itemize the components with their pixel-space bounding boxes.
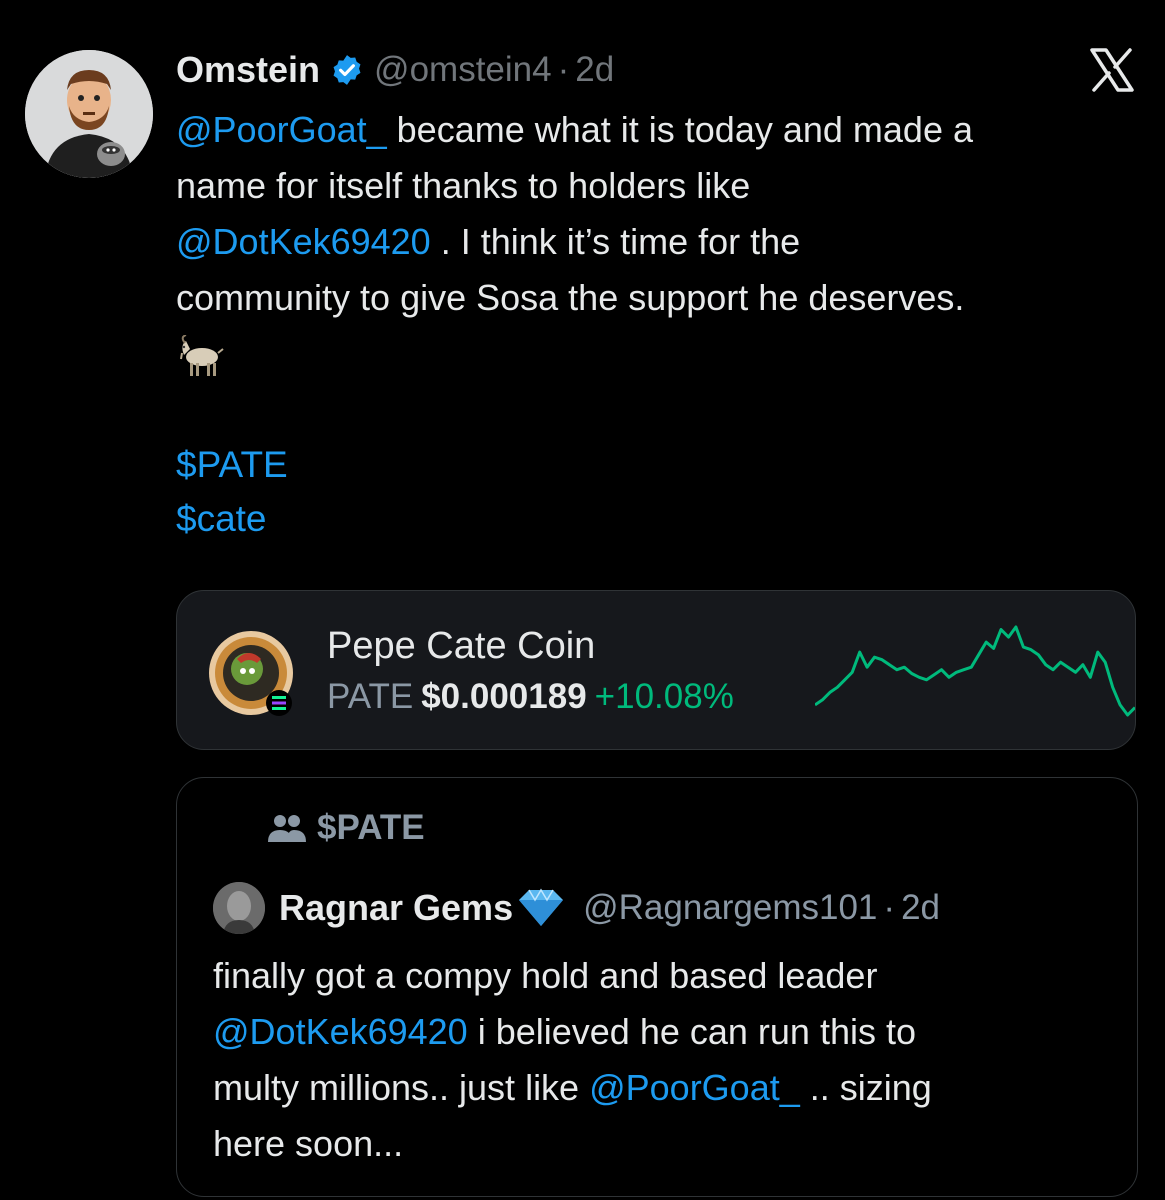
author-avatar[interactable] xyxy=(25,50,153,178)
tweet-line: @DotKek69420 . I think it’s time for the xyxy=(176,221,801,262)
quote-line: finally got a compy hold and based leade… xyxy=(213,955,878,996)
coin-change: +10.08% xyxy=(594,677,734,716)
diamond-emoji-icon xyxy=(519,888,564,926)
community-icon xyxy=(268,815,306,842)
mention-link[interactable]: @DotKek69420 xyxy=(176,221,431,262)
author-handle[interactable]: @omstein4 · 2d xyxy=(374,50,614,90)
tweet-line: @PoorGoat_ became what it is today and m… xyxy=(176,109,973,150)
coin-logo xyxy=(207,629,299,721)
mention-link[interactable]: @PoorGoat_ xyxy=(176,109,387,150)
sparkline-series xyxy=(815,625,1135,717)
tweet-time: 2d xyxy=(575,50,615,89)
tweet-line: name for itself thanks to holders like xyxy=(176,165,751,206)
goat-icon xyxy=(180,335,224,376)
quote-line: multy millions.. just like @PoorGoat_ ..… xyxy=(213,1067,932,1108)
coin-price: $0.000189 xyxy=(421,677,587,716)
quote-author-avatar[interactable] xyxy=(213,882,265,934)
tweet-body: @PoorGoat_ became what it is today and m… xyxy=(176,102,1136,388)
tweet-header: Omstein @omstein4 · 2d xyxy=(176,46,614,94)
quote-author-name[interactable]: Ragnar Gems xyxy=(279,887,513,929)
community-label: $PATE xyxy=(317,808,425,847)
verified-badge-icon xyxy=(330,53,364,87)
quote-header: Ragnar Gems @Ragnargems101 · 2d xyxy=(213,882,940,934)
community-tag[interactable]: $PATE xyxy=(267,808,425,848)
cashtag-link[interactable]: $PATE xyxy=(176,438,288,492)
quote-time: 2d xyxy=(901,888,940,927)
quoted-tweet-card[interactable]: $PATE Ragnar Gems @Ragnargems101 · 2d fina… xyxy=(176,777,1138,1197)
avatar-illustration xyxy=(25,50,153,178)
tweet-line: community to give Sosa the support he de… xyxy=(176,277,965,318)
coin-card[interactable]: Pepe Cate Coin PATE $0.000189 +10.08% xyxy=(176,590,1136,750)
mention-link[interactable]: @DotKek69420 xyxy=(213,1011,468,1052)
goat-emoji xyxy=(176,326,1136,388)
coin-name: Pepe Cate Coin xyxy=(327,625,596,667)
quote-line: @DotKek69420 i believed he can run this … xyxy=(213,1011,916,1052)
coin-ticker: PATE xyxy=(327,677,414,716)
mention-link[interactable]: @PoorGoat_ xyxy=(589,1067,800,1108)
cashtag-list: $PATE $cate xyxy=(176,438,288,546)
author-name[interactable]: Omstein xyxy=(176,49,320,91)
quote-line: here soon... xyxy=(213,1123,404,1164)
quote-author-handle[interactable]: @Ragnargems101 · 2d xyxy=(583,888,940,928)
quote-body: finally got a compy hold and based leade… xyxy=(213,948,1113,1172)
cashtag-link[interactable]: $cate xyxy=(176,492,288,546)
price-sparkline xyxy=(815,625,1135,717)
coin-price-line: PATE $0.000189 +10.08% xyxy=(327,677,734,717)
x-logo-icon[interactable] xyxy=(1088,46,1136,94)
solana-icon xyxy=(272,696,286,710)
